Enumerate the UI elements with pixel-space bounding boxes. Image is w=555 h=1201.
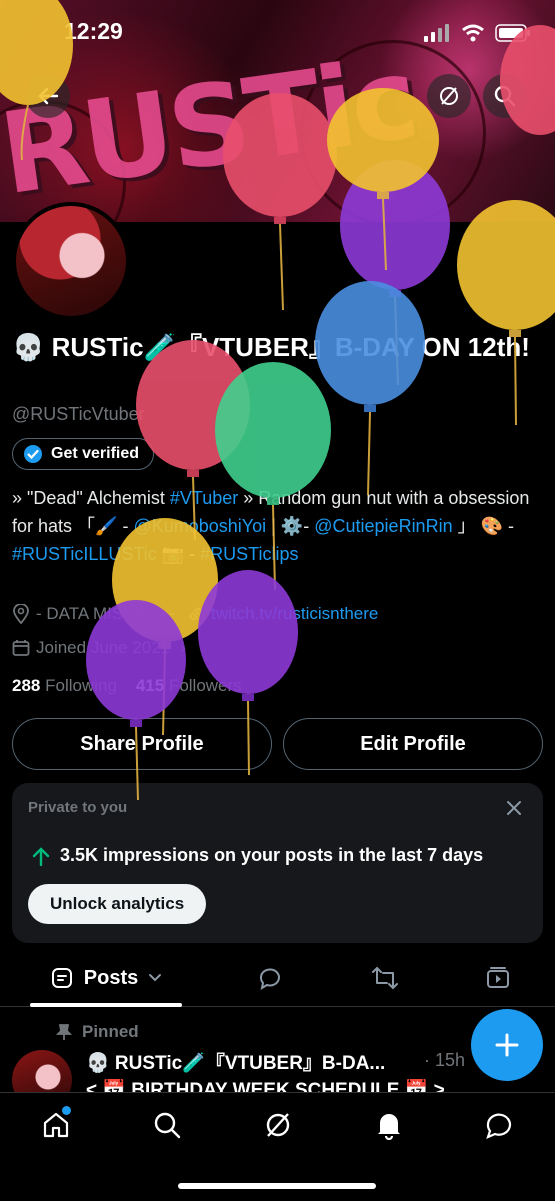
card-title: Private to you	[28, 799, 128, 816]
pinned-label: Pinned	[82, 1022, 139, 1041]
post-preview: < 📅 BIRTHDAY WEEK SCHEDULE 📅 >	[86, 1080, 445, 1092]
back-button[interactable]	[26, 74, 70, 118]
tab-reposts[interactable]	[355, 950, 415, 1006]
chat-icon	[486, 1113, 512, 1139]
pin-icon	[56, 1024, 72, 1040]
tab-posts[interactable]: Posts	[30, 950, 182, 1007]
follow-stats: 288 Following 415 Followers	[12, 676, 242, 696]
posts-icon	[51, 968, 72, 988]
get-verified-button[interactable]: Get verified	[12, 438, 155, 470]
hashtag-link[interactable]: #RUSTiclips	[200, 544, 298, 564]
followers-count: 415	[135, 676, 165, 695]
profile-tabs: Posts	[0, 950, 555, 1007]
post-avatar[interactable]	[12, 1050, 72, 1092]
profile-meta-row: - DATA MISSING - twitch.tv/rusticisnther…	[12, 604, 378, 624]
wifi-icon	[462, 24, 484, 42]
reply-icon	[259, 968, 280, 991]
hashtag-link[interactable]: #RUSTicILLUSTic	[12, 544, 157, 564]
display-name: 💀 RUSTic🧪『VTUBER』B-DAY ON 12th!	[12, 332, 530, 362]
bottom-navigation	[0, 1092, 555, 1201]
joined-row: Joined June 2021 ›	[12, 638, 186, 658]
calendar-icon	[12, 640, 30, 656]
link-icon	[189, 607, 203, 621]
nav-home[interactable]	[31, 1103, 81, 1147]
website-link[interactable]: twitch.tv/rusticisnthere	[211, 604, 378, 624]
bio-text: | ⚙️-	[266, 516, 315, 536]
verified-badge-icon	[24, 445, 42, 463]
chevron-down-icon	[149, 974, 162, 982]
unlock-analytics-button[interactable]: Unlock analytics	[28, 884, 207, 924]
following-stat[interactable]: 288 Following	[12, 676, 117, 695]
status-icons	[423, 24, 531, 42]
nav-messages[interactable]	[474, 1103, 524, 1147]
arrow-left-icon	[38, 87, 59, 105]
edit-profile-button[interactable]: Edit Profile	[283, 718, 543, 770]
impressions-text: 3.5K impressions on your posts in the la…	[60, 845, 484, 865]
balloon	[315, 281, 425, 496]
bio-text: 」 🎨 -	[452, 516, 515, 536]
battery-icon	[495, 24, 530, 42]
balloon	[86, 600, 186, 801]
grok-icon	[440, 87, 458, 105]
impressions-row: 3.5K impressions on your posts in the la…	[32, 845, 483, 866]
tab-replies[interactable]	[240, 950, 300, 1006]
location-text: - DATA MISSING -	[36, 604, 176, 623]
search-icon	[154, 1112, 181, 1139]
nav-notifications[interactable]	[364, 1103, 414, 1147]
search-icon	[494, 85, 516, 107]
bio-text: » "Dead" Alchemist	[12, 488, 170, 508]
grok-button[interactable]	[427, 74, 471, 118]
bio-text: 📷 -	[156, 544, 201, 564]
following-label: Following	[45, 676, 117, 695]
home-indicator	[178, 1183, 376, 1189]
notification-dot	[62, 1106, 71, 1115]
compose-button[interactable]	[471, 1009, 543, 1081]
get-verified-label: Get verified	[51, 445, 140, 462]
nav-grok[interactable]	[253, 1103, 303, 1147]
status-time: 12:29	[64, 18, 123, 44]
tab-media[interactable]	[468, 950, 528, 1006]
arrow-up-icon	[32, 846, 50, 866]
mention-link[interactable]: @KumoboshiYoi	[133, 516, 266, 536]
signal-icon	[424, 24, 449, 42]
close-icon	[507, 801, 521, 815]
tab-posts-label: Posts	[83, 966, 139, 989]
following-count: 288	[12, 676, 41, 695]
location-pin-icon	[13, 604, 29, 624]
followers-stat[interactable]: 415 Followers	[136, 676, 242, 695]
hashtag-link[interactable]: #VTuber	[170, 488, 238, 508]
bio: » "Dead" Alchemist #VTuber » Random gun …	[12, 484, 542, 568]
chevron-right-icon: ›	[180, 638, 186, 657]
media-icon	[487, 967, 509, 988]
nav-search[interactable]	[142, 1103, 192, 1147]
bell-icon	[378, 1114, 400, 1140]
close-card-button[interactable]	[501, 795, 527, 821]
share-profile-button[interactable]: Share Profile	[12, 718, 272, 770]
post-author: 💀 RUSTic🧪『VTUBER』B-DA...	[86, 1053, 386, 1074]
avatar[interactable]	[12, 202, 130, 320]
repost-icon	[372, 966, 398, 990]
plus-icon	[495, 1033, 519, 1057]
user-handle: @RUSTicVtuber	[12, 404, 145, 424]
post-time: · 15h	[424, 1050, 466, 1070]
pinned-row: Pinned	[56, 1022, 139, 1042]
analytics-card: Private to you 3.5K impressions on your …	[12, 783, 543, 943]
followers-label: Followers	[168, 676, 242, 695]
search-button[interactable]	[483, 74, 527, 118]
mention-link[interactable]: @CutiepieRinRin	[314, 516, 452, 536]
joined-text: Joined June 2021	[36, 638, 171, 657]
grok-icon	[266, 1113, 290, 1137]
balloon	[457, 200, 555, 426]
